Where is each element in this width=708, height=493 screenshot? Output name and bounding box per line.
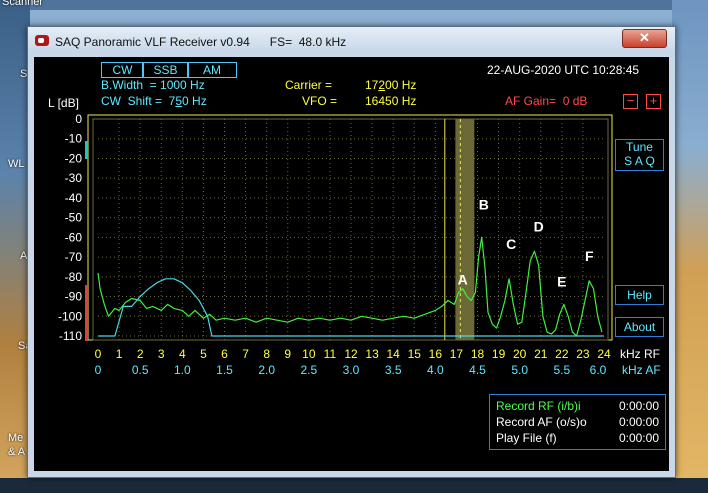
x-tick-labels: 0 1 2 3 4 5 6 7 8 9 10 11 12 13 14 15 16 17 18 19 20 21 22 23 24… (95, 347, 661, 377)
x-tick-label-rf: 6 (221, 347, 228, 361)
taskbar[interactable] (0, 478, 708, 493)
x-tick-label-rf: 24 (597, 347, 611, 361)
desktop-icon-label[interactable]: & A (8, 446, 25, 458)
x-tick-label-rf: 5 (200, 347, 207, 361)
desktop-icon-label[interactable]: WL (8, 158, 25, 170)
x-tick-label-rf: 16 (429, 347, 443, 361)
close-button[interactable]: ✕ (622, 29, 667, 48)
x-tick-label-rf: 12 (344, 347, 358, 361)
x-tick-label-af: 1.5 (216, 363, 233, 377)
y-tick-label: -80 (65, 270, 83, 284)
play-file-row[interactable]: Play File (f) 0:00:00 (496, 431, 661, 445)
tune-saq-button[interactable]: Tune S A Q (615, 139, 664, 171)
x-tick-label-rf: 20 (513, 347, 527, 361)
x-tick-label-rf: 0 (95, 347, 102, 361)
desktop-right-strip (672, 0, 708, 493)
play-file-label: Play File (f) (496, 431, 557, 445)
x-unit-rf: kHz RF (620, 347, 660, 361)
x-tick-label-rf: 9 (284, 347, 291, 361)
peak-annotations: A B C D E F (458, 197, 594, 290)
y-tick-label: -40 (65, 191, 83, 205)
x-tick-label-rf: 13 (365, 347, 379, 361)
x-tick-label-af: 0.5 (132, 363, 149, 377)
x-tick-label-af: 5.0 (511, 363, 528, 377)
x-tick-label-af: 4.5 (469, 363, 486, 377)
x-tick-label-rf: 11 (324, 347, 337, 361)
passband-marker (444, 119, 475, 340)
y-axis-label: L [dB] (48, 96, 79, 110)
record-rf-time: 0:00:00 (618, 399, 659, 413)
x-unit-af: kHz AF (622, 363, 661, 377)
x-tick-label-rf: 19 (492, 347, 506, 361)
x-tick-label-af: 4.0 (427, 363, 444, 377)
spectrum-plot[interactable]: L [dB] 0 -10 -20 -30 -40 -50 -60 -70 -80 -90 -100 -… (34, 57, 669, 407)
play-file-time: 0:00:00 (618, 431, 659, 445)
receiver-panel: CW SSB AM B.Width = 1000 Hz CW Shift = 7… (34, 57, 669, 471)
record-af-row[interactable]: Record AF (o/s)o 0:00:00 (496, 415, 661, 429)
x-tick-label-af: 0 (95, 363, 102, 377)
x-tick-label-rf: 3 (158, 347, 165, 361)
y-tick-label: -50 (65, 211, 83, 225)
x-tick-label-rf: 21 (534, 347, 548, 361)
y-tick-labels: 0 -10 -20 -30 -40 -50 -60 -70 -80 -90 -100 -110 (58, 112, 82, 343)
passband-fill (455, 119, 475, 340)
x-tick-label-af: 5.5 (553, 363, 570, 377)
x-tick-label-rf: 7 (242, 347, 249, 361)
peak-label: E (557, 274, 566, 290)
window-title: SAQ Panoramic VLF Receiver v0.94 FS= 48.… (55, 35, 347, 49)
x-tick-label-rf: 15 (408, 347, 422, 361)
spectrum-traces (97, 236, 604, 337)
record-rf-row[interactable]: Record RF (i/b)i 0:00:00 (496, 399, 661, 413)
record-af-time: 0:00:00 (618, 415, 659, 429)
x-tick-label-af: 3.0 (343, 363, 360, 377)
record-rf-label: Record RF (i/b)i (496, 399, 581, 413)
y-tick-label: -70 (65, 250, 83, 264)
receiver-window: SAQ Panoramic VLF Receiver v0.94 FS= 48.… (27, 26, 676, 478)
level-indicator-top (85, 141, 88, 159)
spectrum-trace (97, 236, 603, 337)
x-tick-label-rf: 23 (576, 347, 590, 361)
desktop-icon-label[interactable]: Scanner (2, 0, 43, 8)
plot-inner-frame (92, 118, 609, 341)
desktop-icon-label[interactable]: Me (8, 432, 23, 444)
x-tick-label-af: 6.0 (590, 363, 607, 377)
peak-label: D (534, 218, 544, 234)
x-tick-label-rf: 22 (555, 347, 569, 361)
x-tick-label-rf: 17 (450, 347, 464, 361)
desktop-top-edge (0, 0, 708, 10)
tune-label: Tune (626, 140, 653, 154)
x-tick-label-af: 2.5 (300, 363, 317, 377)
y-tick-label: -110 (59, 329, 82, 343)
y-tick-label: -30 (65, 171, 83, 185)
y-tick-label: -100 (58, 309, 82, 323)
x-tick-label-rf: 1 (116, 347, 123, 361)
saq-label: S A Q (624, 154, 655, 168)
app-icon (35, 35, 49, 46)
y-tick-label: -60 (65, 230, 83, 244)
peak-label: F (585, 248, 594, 264)
y-tick-label: -10 (65, 132, 83, 146)
title-bar[interactable]: SAQ Panoramic VLF Receiver v0.94 FS= 48.… (28, 27, 675, 53)
peak-label: B (479, 197, 489, 213)
x-tick-label-af: 1.0 (174, 363, 191, 377)
x-tick-label-af: 3.5 (385, 363, 402, 377)
level-indicator-bottom (85, 285, 88, 341)
x-tick-label-rf: 10 (302, 347, 316, 361)
peak-label: A (458, 272, 468, 288)
y-tick-label: 0 (75, 112, 82, 126)
x-tick-label-rf: 18 (471, 347, 485, 361)
x-tick-label-rf: 2 (137, 347, 144, 361)
plot-grid (98, 118, 604, 340)
y-tick-label: -90 (65, 290, 83, 304)
about-button[interactable]: About (615, 317, 664, 337)
y-tick-label: -20 (65, 151, 83, 165)
x-tick-label-rf: 14 (386, 347, 400, 361)
record-af-label: Record AF (o/s)o (496, 415, 587, 429)
x-tick-label-rf: 8 (263, 347, 270, 361)
help-button[interactable]: Help (615, 285, 664, 305)
record-panel: Record RF (i/b)i 0:00:00 Record AF (o/s)… (489, 394, 666, 450)
x-tick-label-rf: 4 (179, 347, 186, 361)
peak-label: C (506, 236, 516, 252)
x-tick-label-af: 2.0 (258, 363, 275, 377)
